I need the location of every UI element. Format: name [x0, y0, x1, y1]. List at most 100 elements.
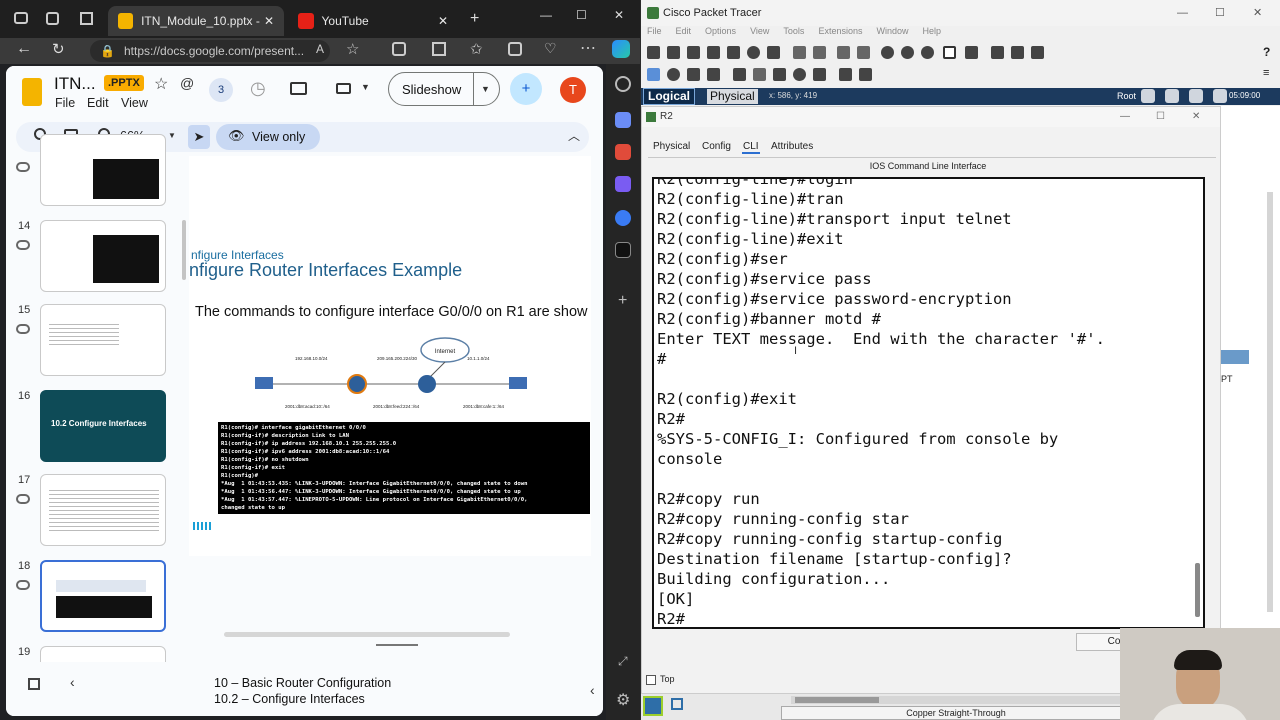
- search-icon[interactable]: [615, 76, 631, 92]
- expand-sidebar-icon[interactable]: ‹: [590, 682, 595, 698]
- print-icon[interactable]: [727, 46, 740, 59]
- notes-drag-handle[interactable]: [376, 644, 418, 646]
- draw-line-icon[interactable]: [753, 68, 766, 81]
- workspaces-icon[interactable]: [46, 12, 59, 25]
- slideshow-dropdown-icon[interactable]: ▼: [481, 84, 490, 94]
- back-icon[interactable]: ←: [16, 40, 32, 58]
- menu-edit[interactable]: Edit: [87, 96, 109, 110]
- add-complex-pdu-icon[interactable]: [859, 68, 872, 81]
- menu-file[interactable]: File: [55, 96, 75, 110]
- close-window-icon[interactable]: ✕: [614, 8, 624, 22]
- menu-tools[interactable]: Tools: [783, 26, 804, 36]
- thumbnail-slide-15[interactable]: [40, 304, 166, 376]
- favorite-star-icon[interactable]: ☆: [346, 40, 359, 58]
- games-icon[interactable]: [615, 176, 631, 192]
- favorites-icon[interactable]: ✩: [470, 40, 483, 58]
- thumbnail-slide-18-selected[interactable]: [40, 560, 166, 632]
- star-icon[interactable]: ☆: [154, 74, 168, 94]
- site-info-icon[interactable]: 🔒: [100, 40, 115, 62]
- open-icon[interactable]: [667, 46, 680, 59]
- minimize-icon[interactable]: —: [540, 8, 552, 22]
- slideshow-button[interactable]: Slideshow ▼: [388, 72, 500, 106]
- tab-physical[interactable]: Physical: [653, 141, 690, 152]
- back-icon[interactable]: [1141, 89, 1155, 103]
- menu-edit[interactable]: Edit: [676, 26, 692, 36]
- canvas-scrollbar[interactable]: [1267, 192, 1273, 612]
- viewport-icon[interactable]: [1213, 89, 1227, 103]
- menu-view[interactable]: View: [750, 26, 769, 36]
- browser-menu-icon[interactable]: [14, 12, 28, 24]
- toolbar-overflow-icon[interactable]: ≡: [1263, 67, 1269, 79]
- cli-terminal[interactable]: R2(config-line)#login R2(config-line)#tr…: [652, 177, 1205, 629]
- draw-rect-icon[interactable]: [943, 46, 956, 59]
- palette-icon[interactable]: [965, 46, 978, 59]
- hide-sidebar-icon[interactable]: ⤢: [618, 654, 628, 669]
- maximize-icon[interactable]: ☐: [1215, 0, 1225, 26]
- draw-ellipse-icon[interactable]: [793, 68, 806, 81]
- new-tab-icon[interactable]: +: [470, 10, 479, 28]
- custom-device-icon[interactable]: [991, 46, 1004, 59]
- save-icon[interactable]: [687, 46, 700, 59]
- top-checkbox[interactable]: [646, 675, 656, 685]
- close-tab-icon[interactable]: ✕: [438, 14, 448, 28]
- zoom-out-icon[interactable]: [921, 46, 934, 59]
- menu-extensions[interactable]: Extensions: [818, 26, 862, 36]
- select-cursor-icon[interactable]: ➤: [188, 125, 210, 149]
- screenshot-icon[interactable]: [1031, 46, 1044, 59]
- tab-slides[interactable]: ITN_Module_10.pptx - Goo ✕: [108, 6, 284, 36]
- doc-title[interactable]: ITN...: [54, 74, 96, 94]
- thumbnail-slide-13[interactable]: [40, 134, 166, 206]
- maximize-icon[interactable]: ☐: [576, 8, 587, 22]
- device-list-scroll[interactable]: [791, 696, 1121, 704]
- note-icon[interactable]: [733, 68, 746, 81]
- save-as-icon[interactable]: [707, 46, 720, 59]
- close-window-icon[interactable]: ✕: [1253, 0, 1262, 26]
- horizontal-scrollbar[interactable]: [224, 632, 510, 637]
- thumbnail-slide-17[interactable]: [40, 474, 166, 546]
- inspect-icon[interactable]: [667, 68, 680, 81]
- tab-attributes[interactable]: Attributes: [771, 141, 813, 152]
- collections-icon[interactable]: [508, 42, 522, 56]
- extensions-icon[interactable]: [392, 42, 406, 56]
- undo-icon[interactable]: [837, 46, 850, 59]
- split-screen-icon[interactable]: [432, 42, 446, 56]
- add-pdu-icon[interactable]: [839, 68, 852, 81]
- menu-help[interactable]: Help: [922, 26, 941, 36]
- realtime-mode-icon[interactable]: [643, 696, 663, 716]
- zoom-dropdown-icon[interactable]: ▼: [168, 131, 176, 140]
- add-icon[interactable]: +: [618, 292, 627, 310]
- redo-icon[interactable]: [857, 46, 870, 59]
- copilot-icon[interactable]: [612, 40, 630, 58]
- tab-actions-icon[interactable]: [80, 12, 93, 25]
- performance-icon[interactable]: ♡: [544, 40, 557, 57]
- zoom-in-icon[interactable]: [881, 46, 894, 59]
- minimize-icon[interactable]: —: [1120, 107, 1130, 127]
- select-icon[interactable]: [647, 68, 660, 81]
- logical-tab[interactable]: Logical: [643, 88, 696, 105]
- maximize-icon[interactable]: ☐: [1156, 107, 1165, 127]
- freeform-icon[interactable]: [813, 68, 826, 81]
- cluster-icon[interactable]: [1011, 46, 1024, 59]
- menu-file[interactable]: File: [647, 26, 662, 36]
- draw-rectangle-icon[interactable]: [773, 68, 786, 81]
- physical-tab[interactable]: Physical: [707, 89, 758, 104]
- collapse-panel-icon[interactable]: ‹: [70, 674, 75, 690]
- thumbnail-slide-14[interactable]: [40, 220, 166, 292]
- avatar[interactable]: T: [560, 77, 586, 103]
- menu-view[interactable]: View: [121, 96, 148, 110]
- grid-view-icon[interactable]: [28, 678, 40, 690]
- help-icon[interactable]: ?: [1263, 45, 1270, 59]
- paste-icon[interactable]: [813, 46, 826, 59]
- thumbnail-slide-16[interactable]: 10.2 Configure Interfaces: [40, 390, 166, 462]
- resize-icon[interactable]: [707, 68, 720, 81]
- device-type-icon[interactable]: [671, 698, 683, 710]
- new-cluster-icon[interactable]: [1165, 89, 1179, 103]
- tab-config[interactable]: Config: [702, 141, 731, 152]
- wizard-icon[interactable]: [767, 46, 780, 59]
- tools-icon[interactable]: [615, 144, 631, 160]
- tiktok-icon[interactable]: [615, 242, 631, 258]
- more-menu-icon[interactable]: ⋯: [580, 38, 596, 58]
- collapse-toolbar-icon[interactable]: ︿: [568, 127, 580, 144]
- menu-options[interactable]: Options: [705, 26, 736, 36]
- zoom-reset-icon[interactable]: [901, 46, 914, 59]
